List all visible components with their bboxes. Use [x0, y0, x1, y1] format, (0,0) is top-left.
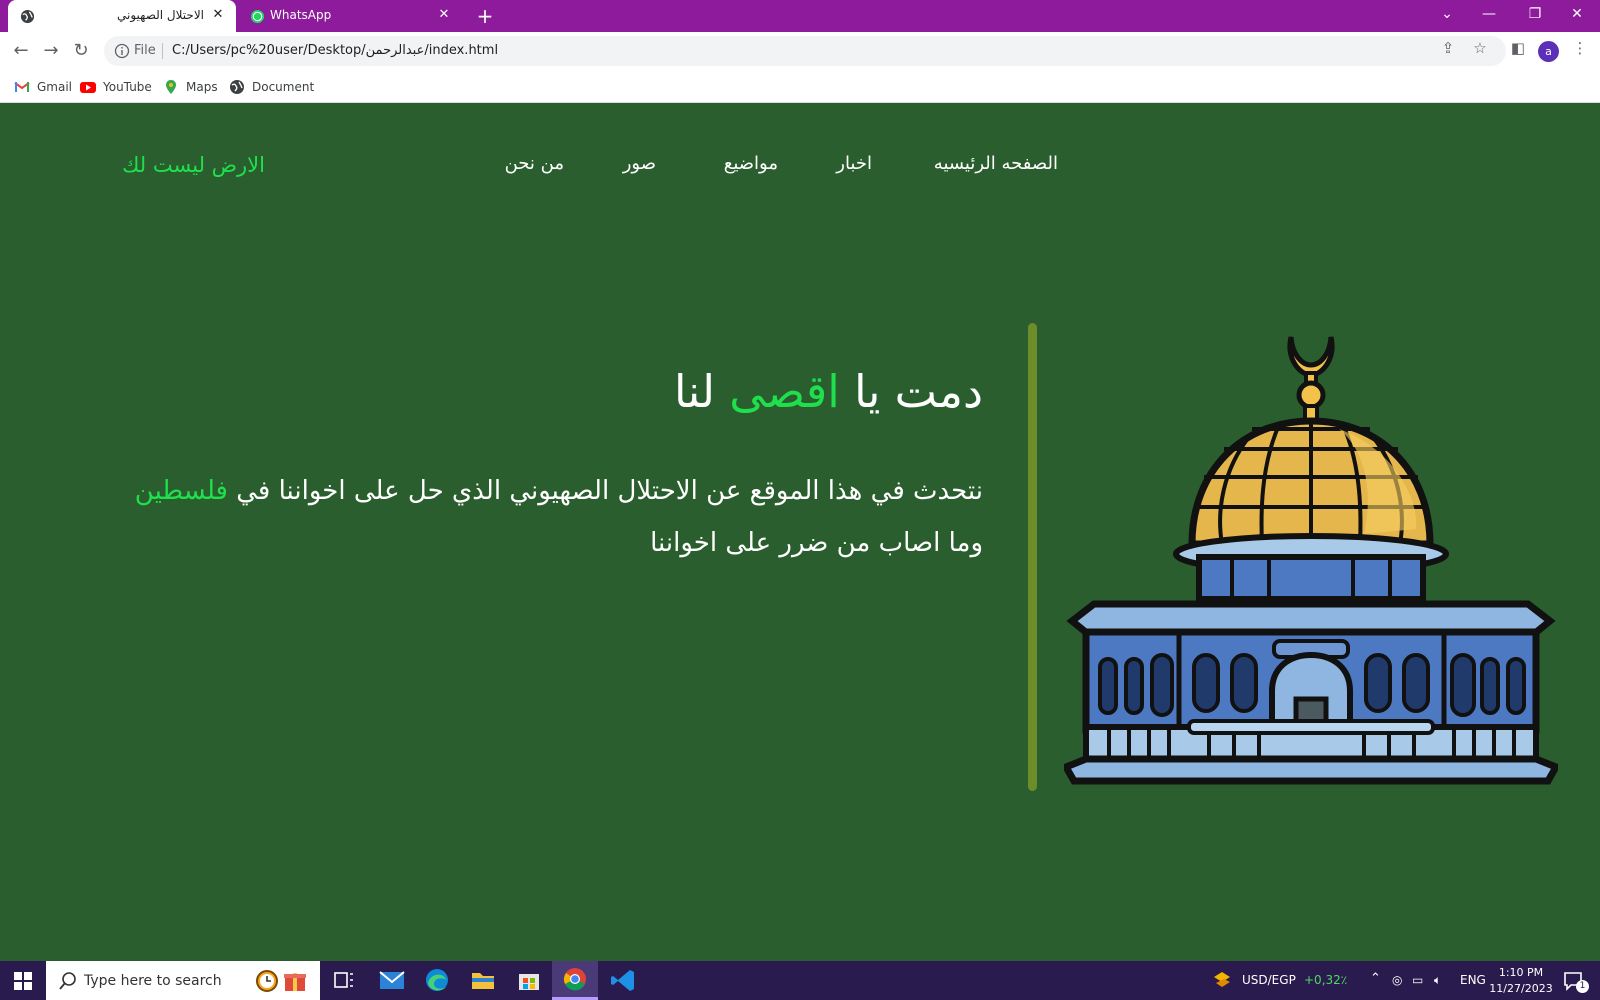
close-window-button[interactable]: ✕: [1554, 0, 1600, 28]
restore-button[interactable]: ❐: [1512, 0, 1558, 28]
notification-count: 1: [1576, 980, 1589, 993]
tab-whatsapp[interactable]: WhatsApp ✕: [238, 0, 462, 32]
edge-icon[interactable]: [414, 961, 460, 1000]
gift-icon: [284, 973, 306, 991]
browser-titlebar: الاحتلال الصهيوني ✕ WhatsApp ✕ + ⌄ — ❐ ✕: [0, 0, 1600, 32]
tab-search-icon[interactable]: ⌄: [1424, 0, 1470, 28]
profile-avatar[interactable]: a: [1538, 41, 1559, 62]
bookmark-maps[interactable]: Maps: [163, 77, 218, 97]
bookmark-label: Document: [252, 80, 315, 94]
bookmark-label: YouTube: [103, 80, 152, 94]
close-tab-icon[interactable]: ✕: [436, 7, 452, 23]
nav-item-topics[interactable]: مواضيع: [724, 153, 778, 174]
currency-widget-icon[interactable]: [1210, 969, 1234, 993]
hero-line-2: وما اصاب من ضرر على اخواننا: [650, 528, 983, 558]
url-text[interactable]: C:/Users/pc%20user/Desktop/عبدالرحمن/ind…: [172, 43, 498, 58]
browser-toolbar: ← → ↻ File C:/Users/pc%20user/Desktop/عب…: [0, 32, 1600, 70]
minimize-button[interactable]: —: [1466, 0, 1512, 28]
whatsapp-icon: [250, 9, 265, 24]
hero-title-accent: اقصى: [729, 365, 840, 418]
clock-date: 11/27/2023: [1489, 982, 1553, 995]
file-explorer-icon[interactable]: [460, 961, 506, 1000]
currency-pair[interactable]: USD/EGP: [1242, 973, 1296, 987]
windows-taskbar: Type here to search USD/EGP +0,32٪ ⌃ ◎ ▭…: [0, 961, 1600, 1000]
hero-title-text: دمت يا: [839, 365, 983, 418]
address-bar[interactable]: File C:/Users/pc%20user/Desktop/عبدالرحم…: [104, 36, 1506, 66]
search-placeholder: Type here to search: [84, 973, 222, 989]
hero-line-1: نتحدث في هذا الموقع عن الاحتلال الصهيوني…: [83, 465, 983, 517]
currency-change: +0,32٪: [1304, 973, 1348, 987]
youtube-icon: [80, 82, 96, 93]
maps-pin-icon: [166, 80, 176, 94]
nav-item-photos[interactable]: صور: [623, 153, 656, 174]
chevron-up-icon[interactable]: ⌃: [1370, 971, 1381, 986]
menu-icon[interactable]: ⋮: [1570, 38, 1590, 58]
side-panel-icon[interactable]: ◧: [1508, 38, 1528, 58]
close-tab-icon[interactable]: ✕: [210, 7, 226, 23]
bookmark-document[interactable]: Document: [229, 77, 314, 97]
dome-of-the-rock-illustration: [1064, 336, 1558, 785]
bookmark-label: Maps: [186, 80, 218, 94]
tab-title: WhatsApp: [270, 8, 332, 22]
taskbar-search[interactable]: Type here to search: [46, 961, 320, 1000]
system-clock[interactable]: 1:10 PM 11/27/2023: [1486, 965, 1556, 997]
url-scheme: File: [134, 43, 156, 58]
hero-title: دمت يا اقصى لنا: [674, 365, 983, 418]
nav-item-home[interactable]: الصفحه الرئيسيه: [934, 153, 1058, 174]
task-view-icon[interactable]: [320, 961, 366, 1000]
gmail-icon: [14, 82, 30, 92]
alarm-clock-icon: [256, 970, 278, 992]
divider: [162, 43, 163, 59]
clock-time: 1:10 PM: [1498, 966, 1544, 979]
globe-icon: [20, 9, 35, 24]
store-icon[interactable]: [506, 961, 552, 1000]
mail-icon[interactable]: [368, 961, 414, 1000]
vertical-divider: [1028, 323, 1037, 791]
tab-current[interactable]: الاحتلال الصهيوني ✕: [8, 0, 236, 32]
hero-description: نتحدث في هذا الموقع عن الاحتلال الصهيوني…: [83, 465, 983, 569]
network-icon[interactable]: ▭: [1412, 973, 1423, 987]
tab-title: الاحتلال الصهيوني: [117, 8, 204, 22]
bookmark-gmail[interactable]: Gmail: [14, 77, 72, 97]
reload-icon[interactable]: ↻: [70, 40, 92, 62]
volume-icon[interactable]: 🔈︎: [1434, 973, 1441, 988]
notifications-icon[interactable]: 1: [1562, 970, 1589, 994]
forward-arrow-icon[interactable]: →: [40, 40, 62, 62]
back-arrow-icon[interactable]: ←: [10, 40, 32, 62]
bookmark-youtube[interactable]: YouTube: [80, 77, 152, 97]
hero-text-accent: فلسطين: [134, 476, 228, 506]
bookmark-label: Gmail: [37, 80, 73, 94]
new-tab-button[interactable]: +: [474, 4, 496, 28]
share-icon[interactable]: ⇪: [1438, 38, 1458, 58]
bookmark-star-icon[interactable]: ☆: [1470, 38, 1490, 58]
search-icon: [59, 972, 76, 990]
site-logo[interactable]: الارض ليست لك: [122, 153, 265, 177]
windows-start-icon[interactable]: [0, 961, 46, 1000]
hero-text: نتحدث في هذا الموقع عن الاحتلال الصهيوني…: [227, 476, 983, 506]
bookmarks-bar: Gmail YouTube Maps Document: [0, 70, 1600, 103]
language-indicator[interactable]: ENG: [1460, 973, 1486, 987]
chrome-icon[interactable]: [552, 961, 598, 1000]
hero-title-text: لنا: [673, 365, 730, 418]
nav-item-about[interactable]: من نحن: [505, 153, 564, 174]
info-icon[interactable]: [114, 43, 130, 59]
meet-icon[interactable]: ◎: [1392, 973, 1402, 987]
globe-icon: [230, 80, 244, 94]
vscode-icon[interactable]: [600, 961, 646, 1000]
web-page: الارض ليست لك الصفحه الرئيسيه اخبار مواض…: [0, 103, 1600, 961]
nav-item-news[interactable]: اخبار: [836, 153, 872, 174]
